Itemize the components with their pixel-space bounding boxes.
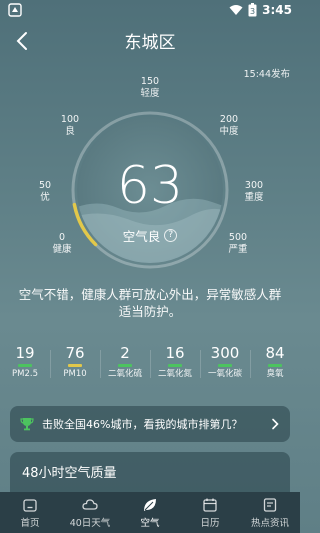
pollutant-name: 二氧化氮	[157, 368, 192, 379]
pollutant-co[interactable]: 300 一氧化碳	[200, 344, 250, 388]
pollutant-list: 19 PM2.5 76 PM10 2 二氧化硫 16 二氧化氮 300 一氧化碳…	[0, 344, 300, 388]
pollutant-value: 76	[65, 344, 85, 362]
pollutant-pm25[interactable]: 19 PM2.5	[0, 344, 50, 388]
nav-label: 首页	[20, 517, 40, 529]
nav-label: 日历	[200, 517, 220, 529]
pollutant-so2[interactable]: 2 二氧化硫	[100, 344, 150, 388]
pollutant-value: 300	[210, 344, 240, 362]
pollutant-pm10[interactable]: 76 PM10	[50, 344, 100, 388]
app-logo-icon	[8, 3, 22, 17]
nav-item-calendar[interactable]: 日历	[180, 492, 240, 533]
chevron-right-icon	[272, 418, 279, 430]
aqi-level-text: 空气良	[122, 229, 161, 244]
nav-item-home[interactable]: 首页	[0, 492, 60, 533]
pollutant-level-bar	[68, 364, 82, 367]
rank-text: 击败全国46%城市，看我的城市排第几？	[42, 418, 243, 431]
pollutant-value: 16	[165, 344, 185, 362]
nav-label: 40日天气	[69, 517, 111, 529]
clock: 3:45	[262, 3, 292, 17]
calendar-icon	[203, 498, 217, 512]
help-icon[interactable]: ?	[164, 229, 178, 242]
pollutant-name: 一氧化碳	[207, 368, 242, 379]
nav-label: 空气	[140, 517, 160, 529]
pollutant-level-bar	[218, 364, 232, 367]
city-rank-banner[interactable]: 击败全国46%城市，看我的城市排第几？	[10, 406, 290, 442]
battery-level: 3	[250, 7, 255, 16]
pollutant-o3[interactable]: 84 臭氧	[250, 344, 300, 388]
pollutant-value: 19	[15, 344, 35, 362]
bottom-nav: 首页 40日天气 空气 日历 热点资讯	[0, 492, 300, 533]
pollutant-value: 84	[265, 344, 285, 362]
health-advice: 空气不错，健康人群可放心外出，异常敏感人群适当防护。	[18, 287, 282, 319]
nav-item-news[interactable]: 热点资讯	[240, 492, 300, 533]
city-title: 东城区	[124, 33, 176, 53]
home-icon	[23, 498, 37, 512]
pollutant-no2[interactable]: 16 二氧化氮	[150, 344, 200, 388]
aqi-value: 63	[116, 156, 184, 216]
battery-icon: 3	[248, 3, 257, 17]
section-title: 48小时空气质量	[22, 466, 117, 481]
scale-label-200: 200 中度	[219, 114, 239, 137]
pollutant-name: 臭氧	[266, 368, 284, 379]
pollutant-name: PM2.5	[12, 368, 38, 379]
scale-label-150: 150 轻度	[140, 76, 160, 99]
nav-item-air[interactable]: 空气	[120, 492, 180, 533]
nav-item-40day[interactable]: 40日天气	[60, 492, 120, 533]
cloud-icon	[82, 498, 98, 510]
scale-label-100: 100 良	[60, 114, 80, 137]
pollutant-name: 二氧化硫	[107, 368, 142, 379]
pollutant-level-bar	[118, 364, 132, 367]
leaf-icon	[144, 498, 156, 511]
status-bar: 3 3:45	[0, 0, 300, 22]
aqi-level[interactable]: 空气良 ?	[0, 226, 300, 245]
pollutant-level-bar	[18, 364, 32, 367]
pollutant-level-bar	[268, 364, 282, 367]
wifi-icon	[229, 5, 243, 15]
pollutant-name: PM10	[63, 368, 87, 379]
news-icon	[263, 497, 277, 512]
nav-label: 热点资讯	[250, 517, 289, 529]
pollutant-value: 2	[120, 344, 130, 362]
header: 东城区	[0, 24, 300, 58]
trophy-icon	[20, 418, 34, 431]
pollutant-level-bar	[168, 364, 182, 367]
